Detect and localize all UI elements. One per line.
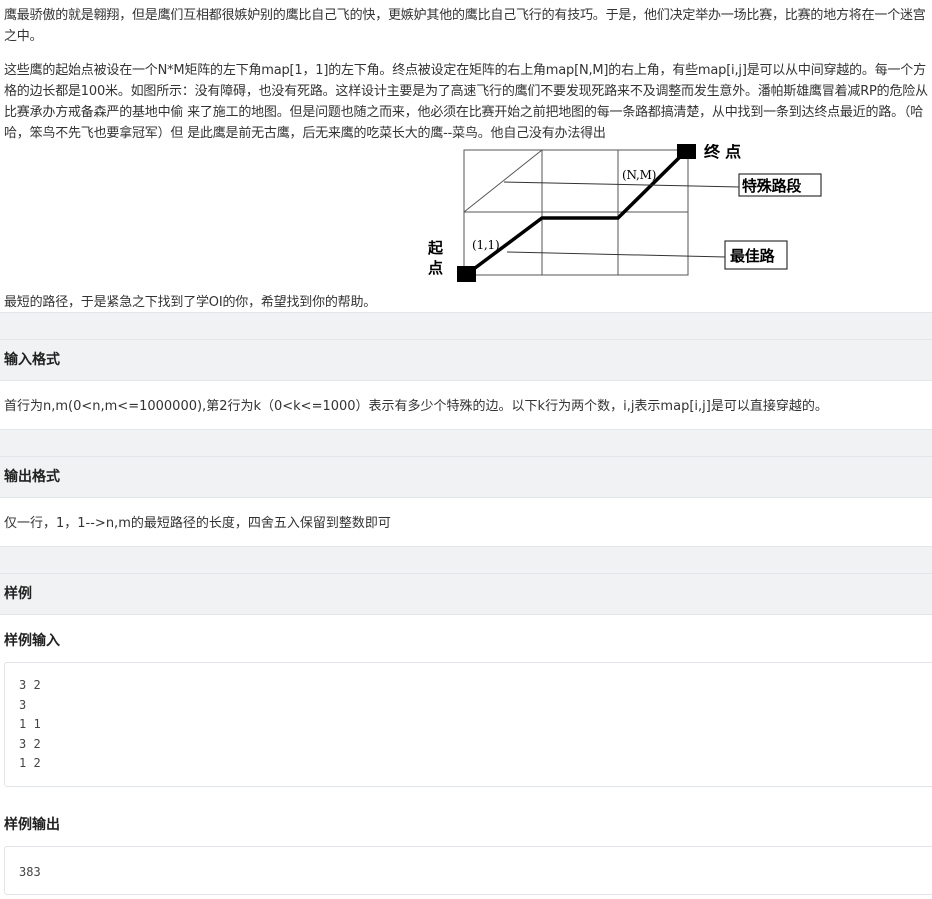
special-diagonal	[463, 149, 543, 213]
section-gap	[0, 312, 932, 340]
start-marker	[457, 266, 476, 282]
special-label: 特殊路段	[742, 177, 801, 195]
special-pointer-line	[503, 181, 741, 188]
sample-output-box[interactable]: 383	[4, 846, 932, 895]
best-pointer-line	[506, 251, 727, 258]
samples-title: 样例	[0, 573, 932, 615]
start-label-2: 点	[428, 259, 443, 277]
sample-input-title: 样例输入	[4, 633, 60, 649]
problem-description: 鹰最骄傲的就是翱翔，但是鹰们互相都很嫉妒别的鹰比自己飞的快，更嫉妒其他的鹰比自己…	[4, 0, 928, 310]
end-marker	[677, 144, 696, 159]
maze-figure: 终 点 特殊路段 最佳路 起 点 (N,M) (1,1)	[414, 144, 829, 310]
output-format-title: 输出格式	[0, 456, 932, 498]
end-label: 终 点	[704, 144, 741, 161]
sample-output-title: 样例输出	[4, 817, 60, 833]
description-paragraph-1: 鹰最骄傲的就是翱翔，但是鹰们互相都很嫉妒别的鹰比自己飞的快，更嫉妒其他的鹰比自己…	[4, 8, 926, 44]
sample-input-box[interactable]: 3 2 3 1 1 3 2 1 2	[4, 662, 932, 787]
start-label-1: 起	[427, 239, 444, 257]
section-gap	[0, 429, 932, 457]
one-one-label: (1,1)	[472, 238, 499, 252]
maze-diagram: 终 点 特殊路段 最佳路 起 点 (N,M) (1,1)	[427, 144, 822, 282]
output-format-text: 仅一行，1，1-->n,m的最短路径的长度，四舍五入保留到整数即可	[4, 516, 391, 531]
nm-label: (N,M)	[622, 168, 656, 182]
description-paragraph-2: 这些鹰的起始点被设在一个N*M矩阵的左下角map[1，1]的左下角。终点被设定在…	[4, 63, 928, 141]
section-gap	[0, 546, 932, 574]
input-format-title: 输入格式	[0, 339, 932, 381]
input-format-text: 首行为n,m(0<n,m<=1000000),第2行为k（0<k<=1000）表…	[4, 399, 828, 414]
best-label: 最佳路	[730, 247, 776, 265]
figure-row: 最短的路径，于是紧急之下找到了学OI的你，希望找到你的帮助。 终 点 特殊路段 …	[4, 144, 928, 310]
description-paragraph-2-tail: 最短的路径，于是紧急之下找到了学OI的你，希望找到你的帮助。	[4, 295, 377, 310]
